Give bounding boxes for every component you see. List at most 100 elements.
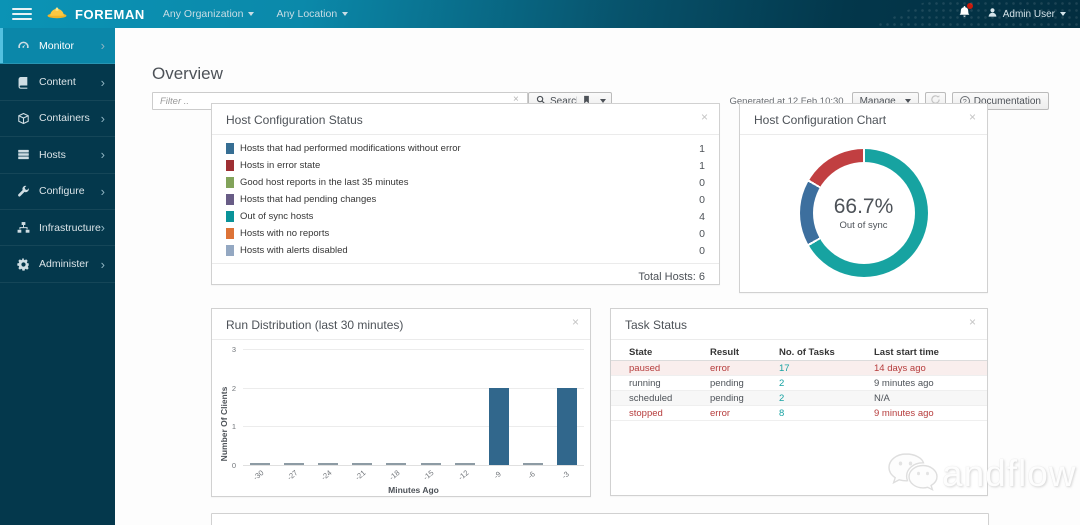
host-status-label[interactable]: Hosts that had pending changes	[240, 194, 376, 205]
sidebar-item-containers[interactable]: Containers ›	[0, 101, 115, 138]
legend-color-swatch	[226, 194, 234, 205]
host-status-row: Hosts that had pending changes 0	[226, 191, 705, 208]
sidebar-item-monitor[interactable]: Monitor ›	[0, 28, 115, 65]
column-header: Last start time	[874, 346, 939, 358]
close-icon[interactable]: ×	[701, 111, 708, 123]
location-selector[interactable]: Any Location	[276, 8, 349, 20]
bar	[488, 387, 509, 465]
task-result: pending	[710, 392, 744, 404]
sidebar-item-hosts[interactable]: Hosts ›	[0, 137, 115, 174]
task-state[interactable]: paused	[629, 363, 710, 374]
chevron-down-icon	[1060, 12, 1066, 16]
task-row: scheduled pending 2 N/A	[611, 391, 987, 406]
host-status-label[interactable]: Hosts that had performed modifications w…	[240, 143, 461, 154]
user-menu[interactable]: Admin User	[987, 7, 1066, 21]
card-title: Task Status	[625, 318, 688, 332]
sidebar-item-content[interactable]: Content ›	[0, 64, 115, 101]
close-icon[interactable]: ×	[969, 316, 976, 328]
bar-chart: Number Of Clients 3210 -30 -27 -24 -21 -18 -1…	[212, 337, 590, 496]
task-state[interactable]: scheduled	[629, 393, 710, 404]
host-status-label[interactable]: Good host reports in the last 35 minutes	[240, 177, 408, 188]
run-distribution-card: Run Distribution (last 30 minutes) × Num…	[211, 308, 591, 497]
sidebar-item-label: Infrastructure	[39, 221, 101, 234]
sidebar-item-label: Configure	[39, 185, 85, 198]
close-icon[interactable]: ×	[572, 316, 579, 328]
task-count-link[interactable]: 2	[779, 393, 874, 404]
gridline	[243, 465, 584, 466]
sidebar-nav: Monitor › Content › Containers › Hosts › Configu…	[0, 28, 115, 525]
sidebar-item-label: Monitor	[39, 39, 75, 52]
task-state[interactable]: stopped	[629, 408, 710, 419]
task-table-header: State Result No. of Tasks Last start time	[611, 344, 987, 361]
sidebar-item-label: Containers	[39, 112, 90, 125]
book-icon	[17, 75, 31, 89]
chevron-right-icon: ›	[100, 256, 105, 272]
host-status-row: Hosts with no reports 0	[226, 225, 705, 242]
host-status-count[interactable]: 0	[699, 177, 705, 189]
task-state[interactable]: running	[629, 378, 710, 389]
brand-text: FOREMAN	[75, 6, 145, 22]
sidebar-item-label: Administer	[39, 258, 89, 271]
host-configuration-chart-card: Host Configuration Chart × 66.7% Out of …	[739, 103, 988, 293]
task-status-card: Task Status × State Result No. of Tasks Las…	[610, 308, 988, 496]
task-result: pending	[710, 377, 744, 389]
host-status-count[interactable]: 0	[699, 228, 705, 240]
bar	[556, 387, 577, 465]
next-card-partial	[211, 513, 989, 525]
host-status-label[interactable]: Out of sync hosts	[240, 211, 313, 222]
host-status-count[interactable]: 0	[699, 194, 705, 206]
host-status-count[interactable]: 1	[699, 160, 705, 172]
chevron-down-icon	[342, 12, 349, 16]
tachometer-icon	[17, 39, 31, 53]
donut-center-label: Out of sync	[839, 220, 888, 231]
notification-badge	[966, 3, 973, 9]
task-row: paused error 17 14 days ago	[611, 361, 987, 376]
y-tick-label: 1	[231, 422, 236, 432]
page-title: Overview	[152, 64, 223, 83]
legend-color-swatch	[226, 160, 234, 171]
sidebar-item-administer[interactable]: Administer ›	[0, 246, 115, 283]
close-icon[interactable]: ×	[969, 111, 976, 123]
task-count-link[interactable]: 8	[779, 408, 874, 419]
host-status-count[interactable]: 0	[699, 245, 705, 257]
host-status-row: Out of sync hosts 4	[226, 208, 705, 225]
organization-selector[interactable]: Any Organization	[163, 8, 255, 20]
sidebar-item-label: Content	[39, 76, 76, 89]
host-configuration-status-card: Host Configuration Status × Hosts that h…	[211, 103, 720, 285]
host-status-label[interactable]: Hosts with no reports	[240, 228, 329, 239]
legend-color-swatch	[226, 245, 234, 256]
host-status-count[interactable]: 4	[699, 211, 705, 223]
chevron-right-icon: ›	[100, 147, 105, 163]
task-last-start: 14 days ago	[874, 362, 926, 374]
donut-center-value: 66.7%	[833, 195, 894, 218]
sitemap-icon	[17, 221, 31, 235]
legend-color-swatch	[226, 211, 234, 222]
notifications-button[interactable]	[958, 3, 973, 23]
legend-color-swatch	[226, 177, 234, 188]
card-title: Host Configuration Status	[226, 113, 363, 127]
host-status-count[interactable]: 1	[699, 143, 705, 155]
host-status-label[interactable]: Hosts with alerts disabled	[240, 245, 348, 256]
column-header: State	[629, 346, 653, 358]
y-tick-label: 2	[231, 383, 236, 393]
gear-icon	[17, 257, 31, 271]
sidebar-item-infrastructure[interactable]: Infrastructure ›	[0, 210, 115, 247]
column-header: Result	[710, 346, 740, 358]
legend-color-swatch	[226, 143, 234, 154]
chevron-right-icon: ›	[100, 220, 105, 236]
top-navbar: FOREMAN Any Organization Any Location Ad…	[0, 0, 1080, 28]
foreman-logo[interactable]: FOREMAN	[46, 4, 145, 24]
task-count-link[interactable]: 17	[779, 363, 874, 374]
task-count-link[interactable]: 2	[779, 378, 874, 389]
x-axis-label: Minutes Ago	[388, 485, 439, 495]
donut-chart: 66.7% Out of sync	[799, 149, 928, 277]
chevron-right-icon: ›	[100, 183, 105, 199]
chevron-down-icon	[248, 12, 255, 16]
task-row: running pending 2 9 minutes ago	[611, 376, 987, 391]
hamburger-menu-icon[interactable]	[12, 7, 32, 21]
chevron-right-icon: ›	[100, 38, 105, 54]
host-status-label[interactable]: Hosts in error state	[240, 160, 320, 171]
user-icon	[987, 7, 1003, 21]
chevron-right-icon: ›	[100, 110, 105, 126]
sidebar-item-configure[interactable]: Configure ›	[0, 174, 115, 210]
